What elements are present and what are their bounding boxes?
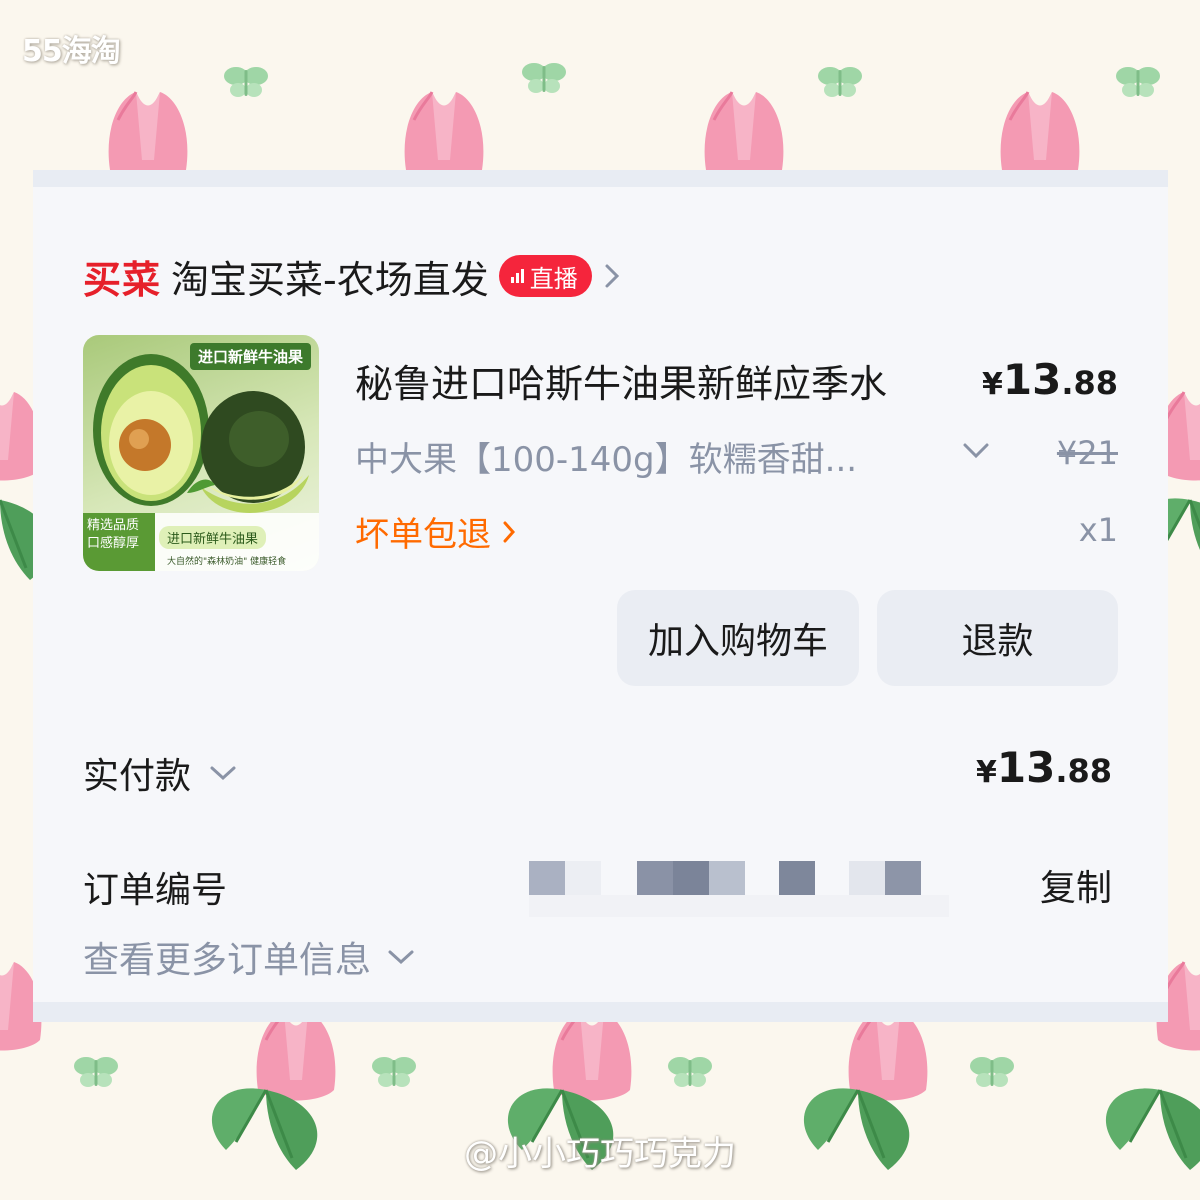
chevron-right-icon[interactable]	[602, 262, 622, 290]
guarantee-label: 坏单包退	[355, 515, 491, 555]
shop-header[interactable]: 买菜 淘宝买菜-农场直发 直播	[83, 249, 622, 303]
shop-name[interactable]: 淘宝买菜-农场直发	[171, 249, 489, 304]
sku-selector[interactable]: 中大果【100-140g】软糯香甜...	[355, 432, 857, 481]
shop-logo: 买菜	[83, 257, 162, 302]
live-badge-label: 直播	[529, 264, 578, 293]
more-order-info-label: 查看更多订单信息	[83, 940, 372, 981]
item-price: ¥13.88	[981, 355, 1118, 404]
chevron-down-icon	[388, 950, 414, 965]
refund-button[interactable]: 退款	[877, 590, 1118, 686]
order-item-card: 买菜 淘宝买菜-农场直发 直播 进口新鲜牛油果 精选品质 口感醇厚 进口新鲜牛油…	[33, 170, 1168, 1022]
more-order-info-toggle[interactable]: 查看更多订单信息	[83, 931, 415, 983]
signal-bars-icon	[510, 269, 524, 283]
paid-amount: ¥13.88	[975, 743, 1112, 792]
image-pill-label: 进口新鲜牛油果	[159, 526, 267, 549]
chevron-right-icon	[503, 521, 516, 542]
watermark-bottom: @小小巧巧巧克力	[464, 1134, 736, 1174]
order-number-label: 订单编号	[83, 870, 228, 911]
item-quantity: x1	[1078, 511, 1118, 549]
order-number-redacted	[529, 857, 1029, 917]
chevron-down-icon	[210, 766, 236, 781]
guarantee-link[interactable]: 坏单包退	[355, 507, 517, 556]
paid-amount-toggle[interactable]: 实付款	[83, 747, 237, 799]
copy-order-number-button[interactable]: 复制	[1040, 859, 1112, 911]
product-title[interactable]: 秘鲁进口哈斯牛油果新鲜应季水	[355, 353, 887, 408]
image-top-label: 进口新鲜牛油果	[189, 343, 311, 370]
paid-amount-label: 实付款	[83, 756, 192, 797]
product-image[interactable]: 进口新鲜牛油果 精选品质 口感醇厚 进口新鲜牛油果 大自然的"森林奶油" 健康轻…	[83, 335, 319, 571]
image-small-text: 大自然的"森林奶油" 健康轻食	[167, 557, 287, 567]
add-to-cart-button[interactable]: 加入购物车	[617, 590, 859, 686]
image-side-label: 精选品质 口感醇厚	[83, 513, 155, 571]
original-price: ¥21	[1056, 434, 1118, 472]
chevron-down-icon[interactable]	[961, 439, 991, 463]
live-badge[interactable]: 直播	[498, 255, 592, 297]
